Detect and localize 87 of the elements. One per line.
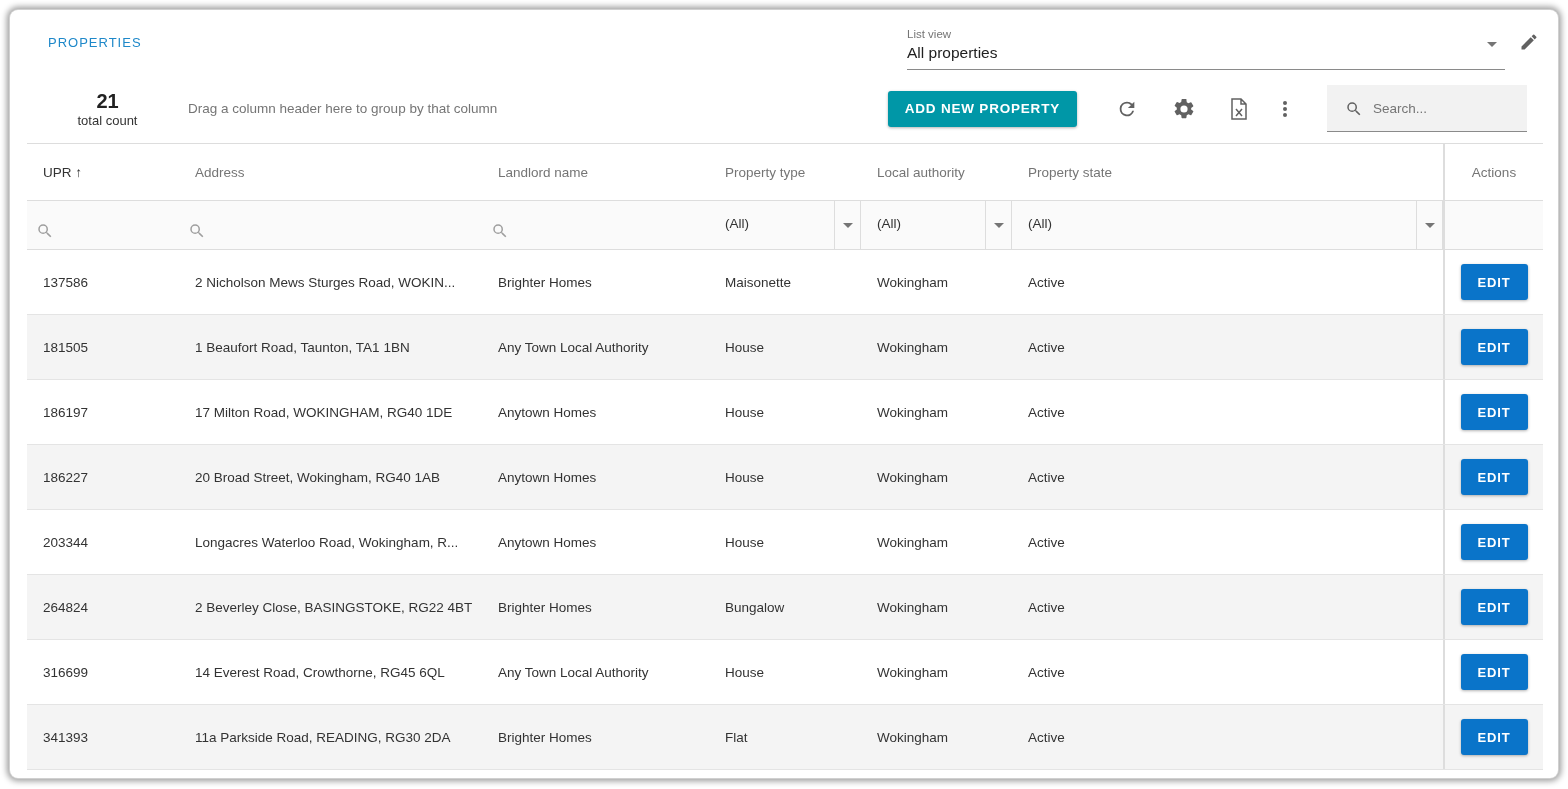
- table-cell: Wokingham: [877, 664, 949, 680]
- caret-icon[interactable]: [1424, 222, 1435, 228]
- table-cell: Active: [1028, 339, 1065, 355]
- search-icon[interactable]: [491, 222, 509, 240]
- table-cell: Brighter Homes: [498, 599, 592, 615]
- table-cell: House: [725, 534, 765, 550]
- table-cell: 186197: [43, 404, 89, 420]
- list-view-value: All properties: [907, 43, 999, 62]
- edit-button[interactable]: EDIT: [1460, 394, 1528, 430]
- table-cell: Brighter Homes: [498, 729, 592, 745]
- add-property-button[interactable]: ADD NEW PROPERTY: [887, 90, 1077, 127]
- column-header[interactable]: Property type: [725, 164, 806, 180]
- table-cell: 137586: [43, 274, 89, 290]
- table-cell: House: [725, 404, 765, 420]
- table-cell: House: [725, 339, 765, 355]
- column-header[interactable]: UPR ↑: [43, 164, 83, 180]
- table-cell: 181505: [43, 339, 89, 355]
- table-cell: House: [725, 469, 765, 485]
- edit-button[interactable]: EDIT: [1460, 654, 1528, 690]
- pencil-icon[interactable]: [1519, 32, 1539, 52]
- filter-select[interactable]: (All): [1012, 215, 1416, 231]
- table-cell: Wokingham: [877, 599, 949, 615]
- edit-button[interactable]: EDIT: [1460, 459, 1528, 495]
- column-header[interactable]: Property state: [1028, 164, 1113, 180]
- table-cell: Any Town Local Authority: [498, 664, 649, 680]
- total-count: 21: [96, 89, 119, 113]
- spreadsheet-file-icon[interactable]: [1230, 97, 1248, 120]
- total-count-label: total count: [77, 112, 138, 128]
- edit-button[interactable]: EDIT: [1460, 264, 1528, 300]
- caret-icon: [1487, 42, 1497, 47]
- search-icon: [1345, 100, 1363, 118]
- table-cell: Wokingham: [877, 339, 949, 355]
- table-cell: Flat: [725, 729, 748, 745]
- table-cell: Anytown Homes: [498, 404, 597, 420]
- table-cell: Brighter Homes: [498, 274, 592, 290]
- table-cell: 186227: [43, 469, 89, 485]
- table-cell: 14 Everest Road, Crowthorne, RG45 6QL: [195, 664, 445, 680]
- table-cell: Maisonette: [725, 274, 792, 290]
- table-cell: 316699: [43, 664, 89, 680]
- table-cell: Wokingham: [877, 729, 949, 745]
- table-cell: Wokingham: [877, 404, 949, 420]
- page-title: PROPERTIES: [48, 34, 143, 50]
- column-header[interactable]: Actions: [1471, 164, 1517, 180]
- column-header[interactable]: Local authority: [877, 164, 965, 180]
- settings-icon[interactable]: [1172, 96, 1196, 121]
- search-field[interactable]: Search...: [1327, 85, 1527, 132]
- table-cell: Active: [1028, 729, 1065, 745]
- search-icon[interactable]: [36, 222, 54, 240]
- filter-select[interactable]: (All): [709, 215, 834, 231]
- table-cell: 1 Beaufort Road, Taunton, TA1 1BN: [195, 339, 410, 355]
- edit-button[interactable]: EDIT: [1460, 524, 1528, 560]
- more-options-icon[interactable]: [1282, 99, 1288, 118]
- search-icon[interactable]: [188, 222, 206, 240]
- table-cell: 2 Nicholson Mews Sturges Road, WOKIN...: [195, 274, 456, 290]
- table-cell: 20 Broad Street, Wokingham, RG40 1AB: [195, 469, 441, 485]
- column-header[interactable]: Landlord name: [498, 164, 589, 180]
- list-view-select[interactable]: List view All properties: [907, 20, 1505, 70]
- table-cell: 11a Parkside Road, READING, RG30 2DA: [195, 729, 451, 745]
- table-cell: Wokingham: [877, 534, 949, 550]
- table-cell: Active: [1028, 599, 1065, 615]
- edit-button[interactable]: EDIT: [1460, 719, 1528, 755]
- table-cell: Anytown Homes: [498, 469, 597, 485]
- table-cell: 17 Milton Road, WOKINGHAM, RG40 1DE: [195, 404, 453, 420]
- table-cell: 341393: [43, 729, 89, 745]
- table-cell: Wokingham: [877, 274, 949, 290]
- group-panel-hint: Drag a column header here to group by that column: [188, 101, 499, 116]
- table-cell: Any Town Local Authority: [498, 339, 649, 355]
- table-cell: Bungalow: [725, 599, 785, 615]
- table-cell: 2 Beverley Close, BASINGSTOKE, RG22 4BT: [195, 599, 473, 615]
- table-cell: Active: [1028, 274, 1065, 290]
- column-header[interactable]: Address: [195, 164, 245, 180]
- table-cell: Active: [1028, 664, 1065, 680]
- filter-select[interactable]: (All): [861, 215, 985, 231]
- table-cell: Longacres Waterloo Road, Wokingham, R...: [195, 534, 459, 550]
- table-cell: Anytown Homes: [498, 534, 597, 550]
- caret-icon[interactable]: [842, 222, 853, 228]
- table-cell: House: [725, 664, 765, 680]
- edit-button[interactable]: EDIT: [1460, 329, 1528, 365]
- table-cell: Wokingham: [877, 469, 949, 485]
- table-cell: 203344: [43, 534, 89, 550]
- table-cell: Active: [1028, 534, 1065, 550]
- table-cell: Active: [1028, 469, 1065, 485]
- edit-button[interactable]: EDIT: [1460, 589, 1528, 625]
- list-view-label: List view: [907, 27, 953, 40]
- caret-icon[interactable]: [993, 222, 1004, 228]
- table-cell: Active: [1028, 404, 1065, 420]
- table-cell: 264824: [43, 599, 89, 615]
